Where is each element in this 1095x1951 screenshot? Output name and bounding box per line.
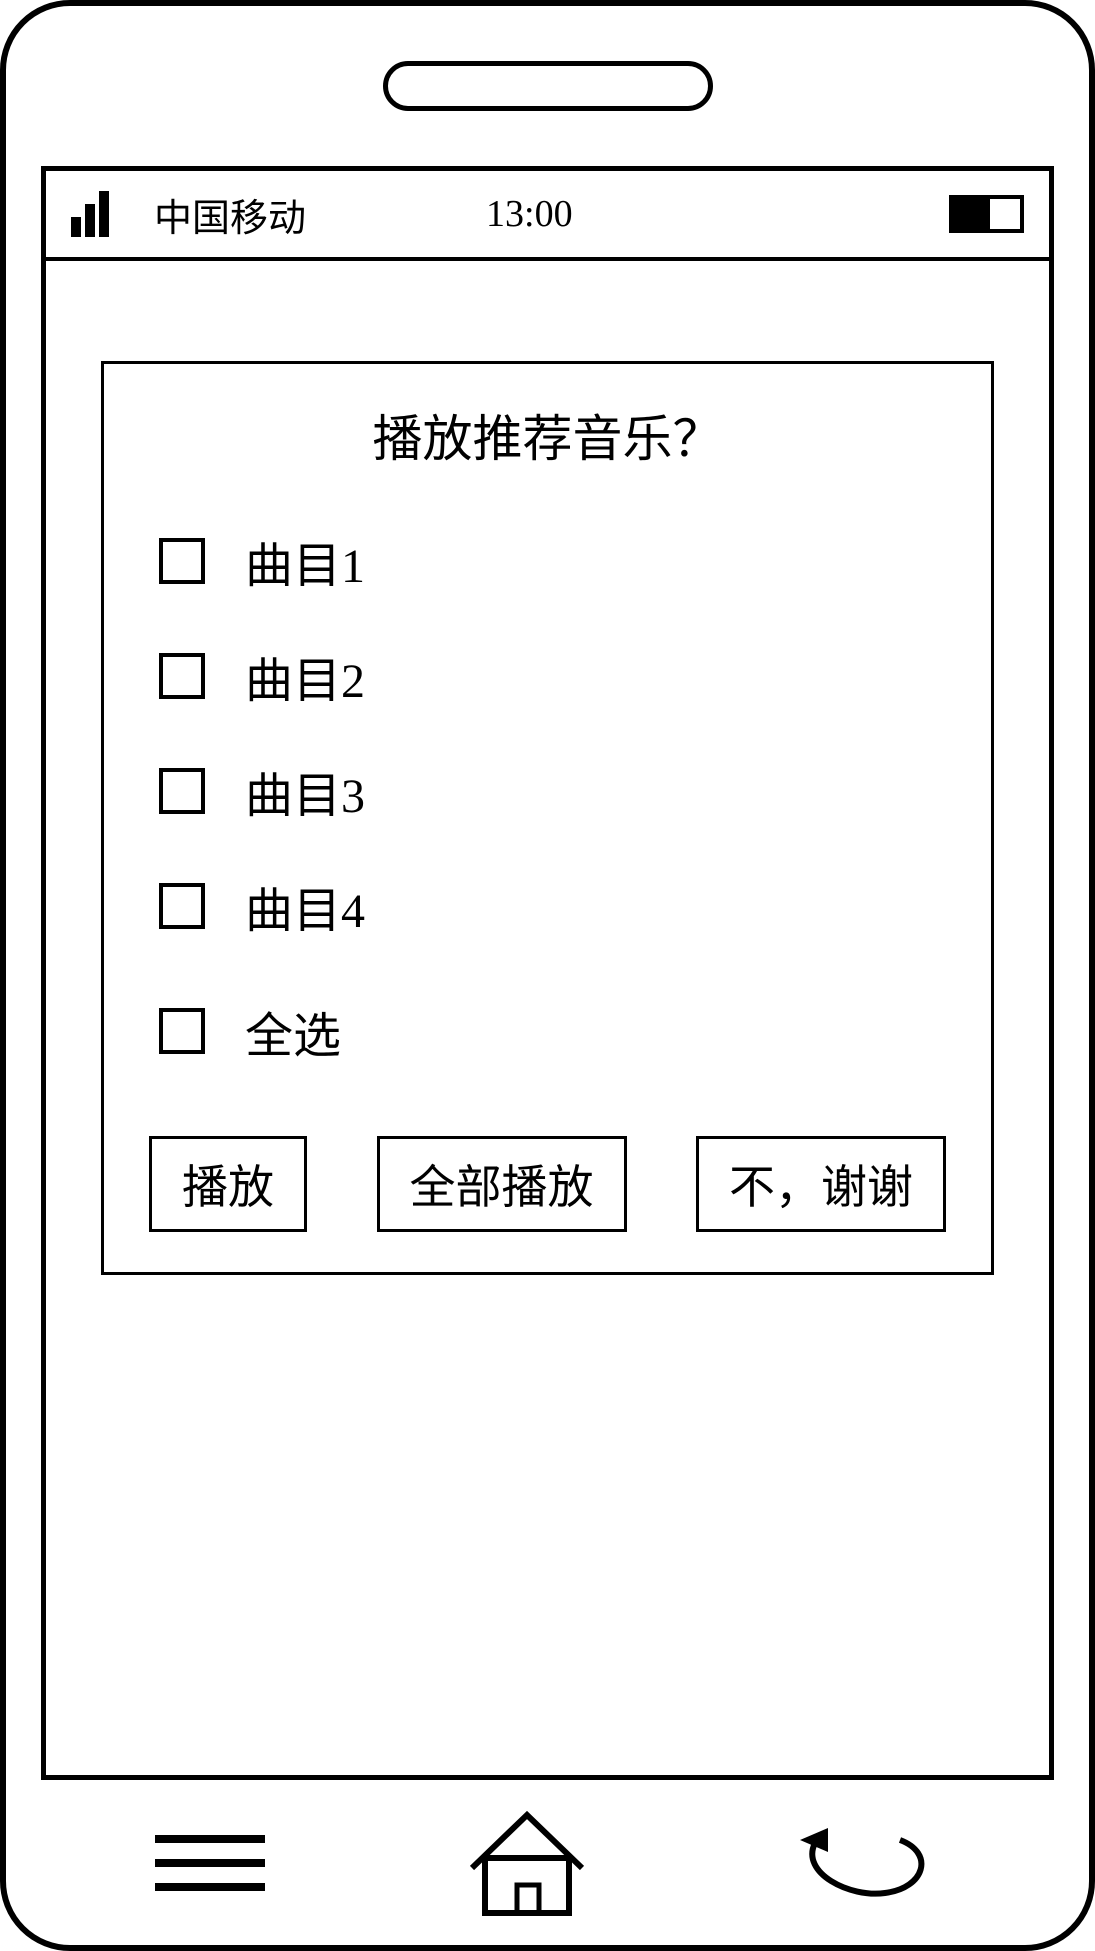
select-all-row[interactable]: 全选 [159, 996, 966, 1066]
checkbox-icon[interactable] [159, 768, 205, 814]
track-label: 曲目3 [245, 756, 365, 826]
track-row[interactable]: 曲目3 [159, 756, 966, 826]
phone-frame: 中国移动 13:00 播放推荐音乐？ 曲目1 曲目2 [0, 0, 1095, 1951]
track-label: 曲目4 [245, 871, 365, 941]
track-label: 曲目1 [245, 526, 365, 596]
checkbox-icon[interactable] [159, 883, 205, 929]
dialog-title: 播放推荐音乐？ [129, 399, 966, 471]
play-all-button[interactable]: 全部播放 [377, 1136, 627, 1232]
battery-icon [949, 195, 1024, 233]
back-icon[interactable] [790, 1818, 940, 1908]
dialog-buttons: 播放 全部播放 不，谢谢 [129, 1136, 966, 1232]
home-icon[interactable] [462, 1803, 592, 1923]
nav-bar [6, 1780, 1089, 1945]
clock-label: 13:00 [486, 192, 573, 236]
track-row[interactable]: 曲目4 [159, 871, 966, 941]
checkbox-icon[interactable] [159, 1008, 205, 1054]
signal-icon [71, 191, 109, 237]
speaker-slot [383, 61, 713, 111]
no-thanks-button[interactable]: 不，谢谢 [696, 1136, 946, 1232]
select-all-label: 全选 [245, 996, 341, 1066]
play-button[interactable]: 播放 [149, 1136, 307, 1232]
checkbox-icon[interactable] [159, 538, 205, 584]
track-label: 曲目2 [245, 641, 365, 711]
track-list: 曲目1 曲目2 曲目3 曲目4 [129, 526, 966, 1066]
screen-body: 播放推荐音乐？ 曲目1 曲目2 曲目3 [46, 261, 1049, 1775]
carrier-label: 中国移动 [154, 187, 306, 242]
status-bar: 中国移动 13:00 [46, 171, 1049, 261]
track-row[interactable]: 曲目2 [159, 641, 966, 711]
menu-icon[interactable] [155, 1835, 265, 1891]
recommend-music-dialog: 播放推荐音乐？ 曲目1 曲目2 曲目3 [101, 361, 994, 1275]
screen: 中国移动 13:00 播放推荐音乐？ 曲目1 曲目2 [41, 166, 1054, 1780]
checkbox-icon[interactable] [159, 653, 205, 699]
track-row[interactable]: 曲目1 [159, 526, 966, 596]
